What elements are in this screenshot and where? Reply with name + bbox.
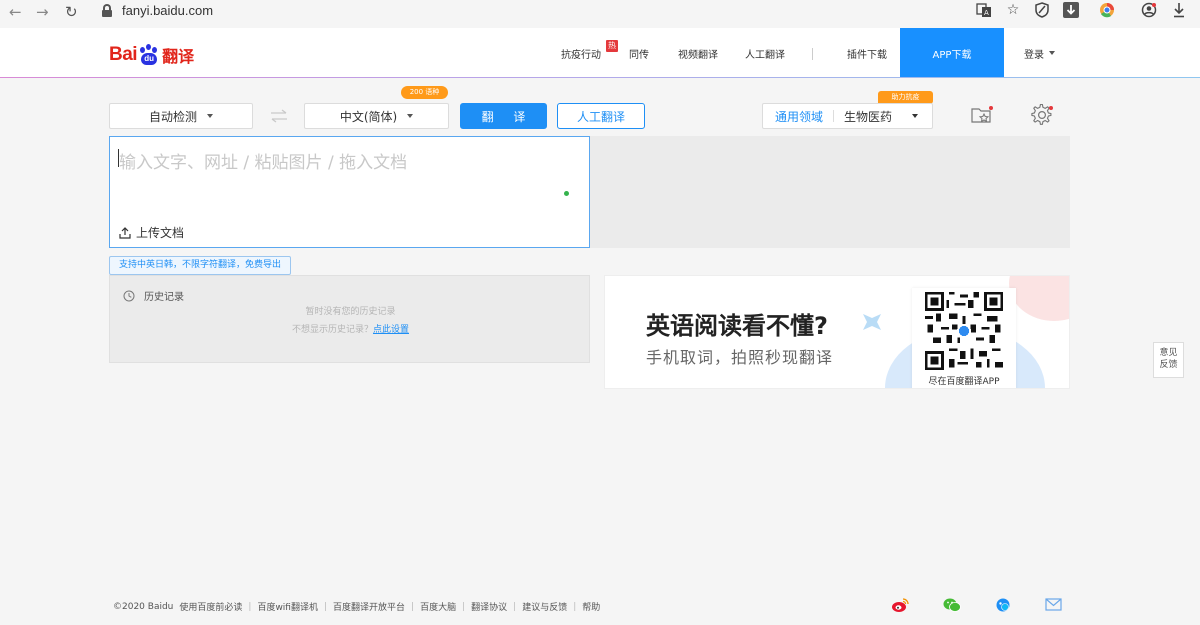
history-settings-link[interactable]: 点此设置 [373,325,409,335]
back-icon[interactable]: ← [9,3,22,21]
translate-ext-icon[interactable]: A [975,1,993,19]
app-promo-banner[interactable]: 英语阅读看不懂? 手机取词，拍照秒现翻译 尽在百度翻译APP [604,275,1070,389]
site-header: Bai du 翻译 抗疫行动 热 同传 视频翻译 人工翻译 插件下载 APP下载… [0,28,1200,78]
site-footer: ©2020 Baidu 使用百度前必读 | 百度wifi翻译机 | 百度翻译开放… [113,600,600,614]
chrome-ext-icon[interactable] [1098,1,1116,19]
forward-icon[interactable]: → [36,3,49,21]
upload-label: 上传文档 [136,226,185,240]
chevron-down-icon [912,114,918,118]
login-label: 登录 [1024,49,1044,61]
target-language-select[interactable]: 中文(简体) [304,103,449,129]
browser-toolbar: ← → ↻ fanyi.baidu.com A ☆ [0,0,1200,28]
lock-icon[interactable] [102,4,112,17]
paw-icon: du [138,44,160,66]
logo-text-bai: Bai [109,44,138,65]
source-language-label: 自动检测 [148,109,197,124]
footer-separator: | [573,601,577,612]
feedback-button[interactable]: 意见 反馈 [1153,342,1184,378]
footer-link-help[interactable]: 帮助 [582,600,600,613]
footer-separator: | [323,601,328,612]
history-prompt-text: 不想显示历史记录？ [291,325,373,335]
feedback-line2: 反馈 [1159,360,1178,370]
feedback-line1: 意见 [1159,348,1178,358]
footer-separator: | [411,601,415,612]
target-language-label: 中文(简体) [339,109,398,124]
baidu-translate-logo[interactable]: Bai du 翻译 [109,42,194,68]
nav-video-translate[interactable]: 视频翻译 [678,28,718,78]
footer-link-wifi-translator[interactable]: 百度wifi翻译机 [257,600,318,613]
qq-icon[interactable] [994,597,1012,613]
nav-divider [812,48,813,60]
power-badge-label: 助力抗疫 [891,93,920,101]
nav-plugin-download[interactable]: 插件下载 [847,28,887,78]
app-download-button[interactable]: APP下载 [900,28,1004,78]
wechat-icon[interactable] [943,597,961,613]
logo-text-translate: 翻译 [162,49,195,66]
nav-simultaneous[interactable]: 同传 [629,28,649,78]
weibo-icon[interactable] [891,597,909,613]
input-placeholder: 输入文字、网址 / 粘贴图片 / 拖入文档 [119,153,408,173]
sparkle-icon [863,314,881,330]
footer-link-agreement[interactable]: 翻译协议 [471,600,507,613]
upload-icon [119,226,131,239]
svg-text:A: A [984,9,989,17]
domain-select[interactable]: 通用领域 生物医药 [762,103,933,129]
settings-notification-dot [1049,106,1053,110]
footer-copyright: ©2020 Baidu [113,601,174,612]
domain-value: 生物医药 [844,109,893,124]
domain-label[interactable]: 通用领域 [775,108,823,125]
reload-icon[interactable]: ↻ [65,3,78,21]
banner-headline: 英语阅读看不懂? [646,312,828,340]
collect-notification-dot [989,106,993,110]
source-language-select[interactable]: 自动检测 [109,103,253,129]
source-text-input[interactable]: 输入文字、网址 / 粘贴图片 / 拖入文档 上传文档 [109,136,590,248]
decor-blob-pink [1009,276,1069,321]
chevron-down-icon [407,114,414,118]
qr-code-icon [925,292,1003,370]
human-translate-button[interactable]: 人工翻译 [557,103,645,129]
swap-icon[interactable] [270,109,288,123]
profile-icon[interactable] [1140,1,1158,19]
download-arrow-icon[interactable] [1170,1,1188,19]
footer-link-terms[interactable]: 使用百度前必读 [179,600,242,613]
footer-separator: | [513,601,517,612]
chevron-down-icon [1049,51,1055,55]
header-accent-line [0,77,1200,78]
mail-icon[interactable] [1045,597,1063,613]
history-settings-prompt: 不想显示历史记录？点此设置 [110,322,591,335]
qr-code-card: 尽在百度翻译APP [912,288,1016,388]
address-bar[interactable]: fanyi.baidu.com [122,3,213,18]
upload-document-button[interactable]: 上传文档 [119,224,184,241]
footer-link-feedback[interactable]: 建议与反馈 [522,600,567,613]
clock-icon [123,290,135,301]
feature-hint-tag: 支持中英日韩，不限字符翻译，免费导出 [109,256,292,275]
logo-text-du: du [141,53,158,65]
download-ext-icon[interactable] [1062,1,1080,19]
footer-link-baidu-brain[interactable]: 百度大脑 [420,600,456,613]
history-title-label: 历史记录 [144,292,184,303]
chevron-down-icon [207,114,213,118]
history-panel: 历史记录 暂时没有您的历史记录 不想显示历史记录？点此设置 [109,275,590,363]
banner-subline: 手机取词，拍照秒现翻译 [646,348,834,367]
star-bookmark-icon[interactable]: ☆ [1004,1,1022,19]
qr-caption: 尽在百度翻译APP [928,377,1000,387]
shield-ext-icon[interactable] [1033,1,1051,19]
nav-anti-epidemic[interactable]: 抗疫行动 [561,28,601,78]
history-empty-text: 暂时没有您的历史记录 [305,307,396,317]
hot-badge: 热 [606,40,618,52]
nav-human-translate[interactable]: 人工翻译 [745,28,785,78]
translate-button[interactable]: 翻 译 [460,103,547,129]
login-menu[interactable]: 登录 [1024,28,1055,78]
footer-link-open-platform[interactable]: 百度翻译开放平台 [333,600,405,613]
status-dot [564,191,569,196]
language-count-badge: 200 语种 [401,86,448,99]
footer-separator: | [248,601,252,612]
translation-output [590,136,1070,248]
history-title: 历史记录 [123,288,184,303]
footer-separator: | [462,601,466,612]
domain-divider [833,110,835,122]
